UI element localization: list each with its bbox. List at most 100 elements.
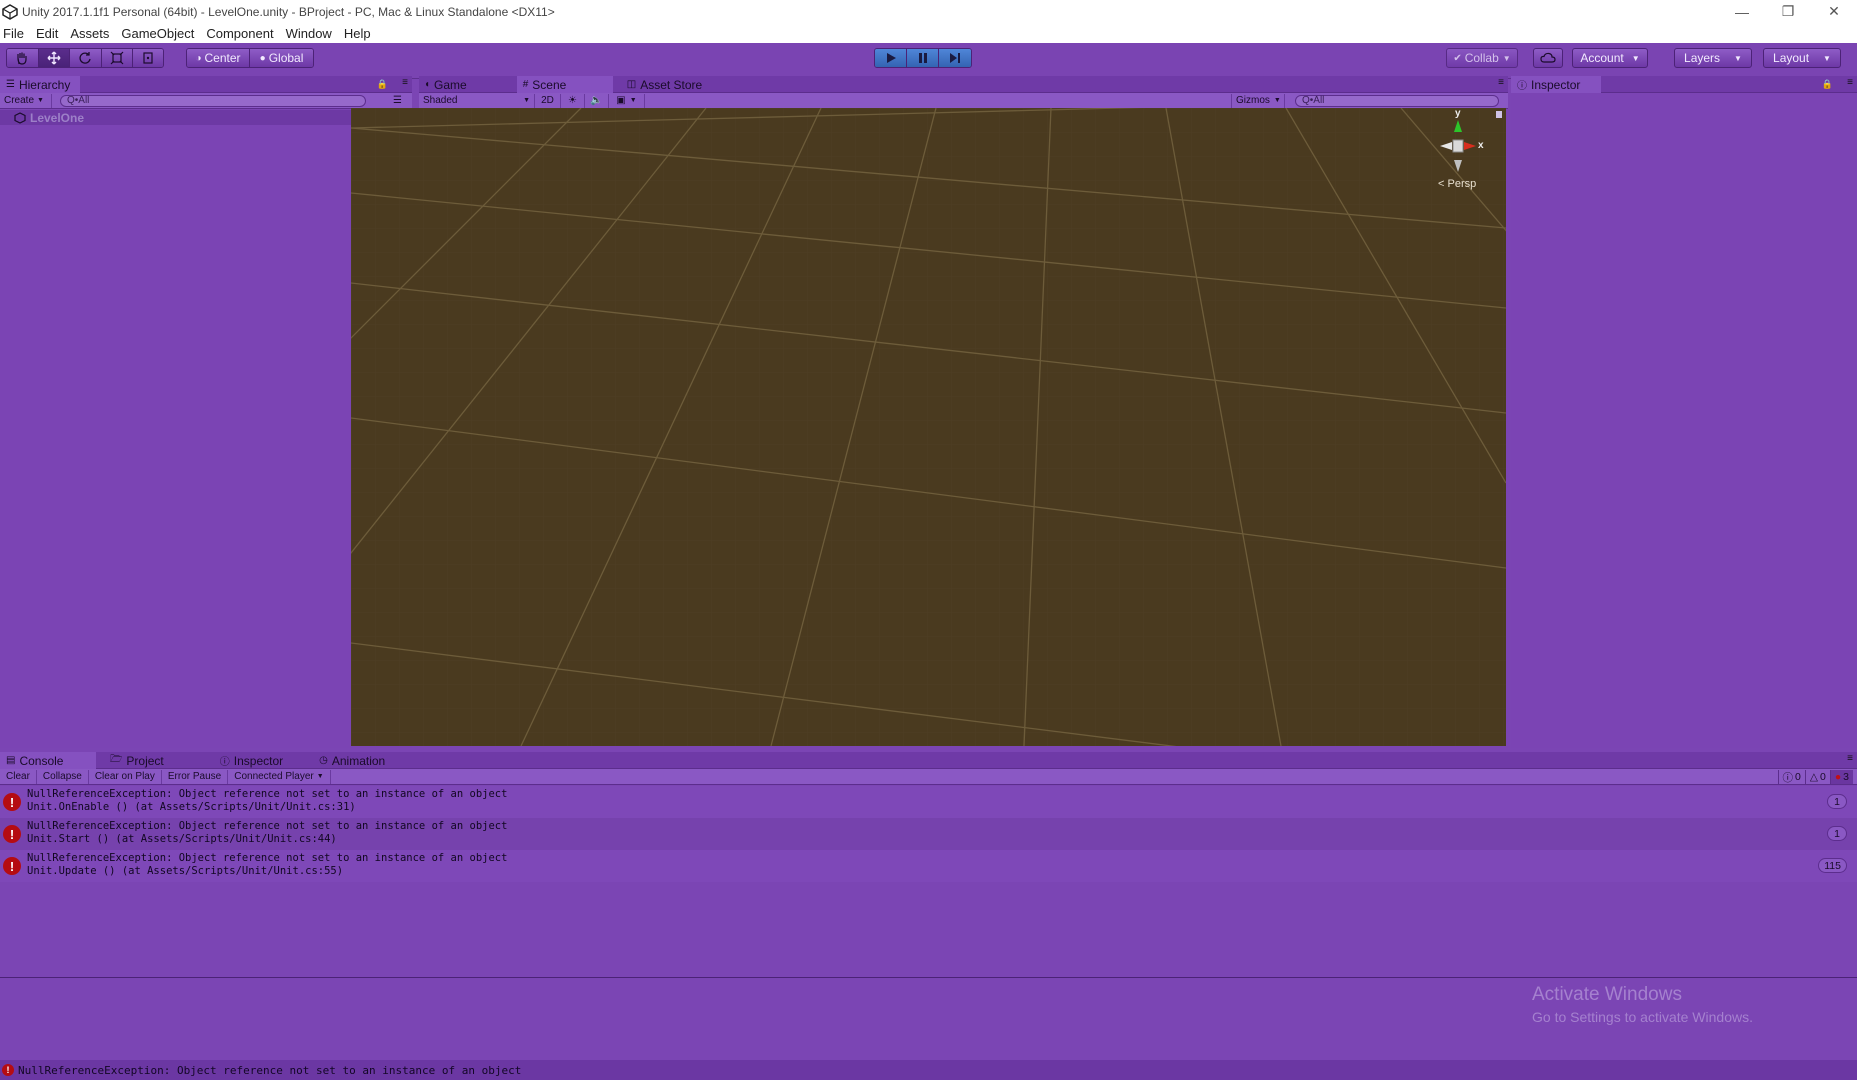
animation-tab-label: Animation [331,753,386,768]
clear-on-play-toggle[interactable]: Clear on Play [89,769,162,784]
console-entry[interactable]: ! NullReferenceException: Object referen… [0,850,1857,882]
menu-gameobject[interactable]: GameObject [115,26,200,41]
scale-tool-button[interactable] [101,49,134,67]
connected-player-label: Connected Player [234,771,314,782]
pivot-icon: ◑ [195,52,202,64]
unity-scene-icon [14,111,26,124]
collab-button[interactable]: ✔ Collab ▼ [1446,48,1518,68]
inspector-panel [1511,76,1857,748]
inspector-bottom-tab-label: Inspector [233,753,284,768]
step-icon [950,53,960,63]
pivot-label: Center [204,51,241,65]
audio-toggle[interactable]: 🔈 [585,93,609,108]
collab-label: Collab [1464,51,1499,65]
panel-menu-icon[interactable]: ≡ [1847,77,1853,88]
create-dropdown[interactable]: Create ▼ [0,93,52,108]
error-count: 3 [1843,771,1849,783]
grid-icon: # [522,79,529,90]
play-button[interactable] [875,49,907,67]
warning-filter-toggle[interactable]: △ 0 [1804,770,1830,784]
pause-button[interactable] [907,49,939,67]
info-filter-toggle[interactable]: ⓘ 0 [1777,770,1805,784]
connected-player-dropdown[interactable]: Connected Player ▼ [228,769,331,784]
pivot-global-toggle[interactable]: ● Global [250,49,313,67]
status-bar[interactable]: ! NullReferenceException: Object referen… [0,1060,1857,1080]
rect-tool-button[interactable] [133,49,163,67]
cloud-icon [1540,52,1556,63]
effects-dropdown[interactable]: ▣ ▼ [609,93,645,108]
scene-toolbar: Shaded ▼ 2D ☀ 🔈 ▣ ▼ Gizmos ▼ Q•All [419,93,1508,109]
console-filters: ⓘ 0 △ 0 ● 3 [1777,770,1853,784]
tab-game[interactable]: ◖ Game [419,76,477,93]
console-entry[interactable]: ! NullReferenceException: Object referen… [0,786,1857,818]
console-entry[interactable]: ! NullReferenceException: Object referen… [0,818,1857,850]
panel-menu-icon[interactable]: ≡ [1847,753,1853,764]
list-icon: ☰ [6,79,15,90]
clear-button[interactable]: Clear [0,769,37,784]
lock-icon[interactable]: 🔒 [1822,79,1833,90]
console-divider[interactable] [0,977,1857,978]
layout-dropdown[interactable]: Layout ▼ [1763,48,1841,68]
cloud-button[interactable] [1533,48,1563,68]
step-button[interactable] [939,49,971,67]
error-pause-toggle[interactable]: Error Pause [162,769,229,784]
log-stacktrace: Unit.Start () (at Assets/Scripts/Unit/Un… [27,832,337,845]
menu-assets[interactable]: Assets [64,26,115,41]
console-toolbar: Clear Collapse Clear on Play Error Pause… [0,769,1857,785]
scene-orientation-gizmo[interactable]: y x < Persp [1416,108,1506,208]
log-stacktrace: Unit.OnEnable () (at Assets/Scripts/Unit… [27,800,356,813]
gizmo-x-label: x [1478,140,1484,151]
move-tool-button[interactable] [38,49,71,67]
error-filter-toggle[interactable]: ● 3 [1829,770,1853,784]
bottom-tabstrip: ▤ Console 🗁 Project ⓘ Inspector ◷ Animat… [0,752,1857,769]
lighting-toggle[interactable]: ☀ [561,93,585,108]
scene-viewport[interactable]: y x < Persp [351,108,1506,746]
speaker-icon: 🔈 [590,95,603,106]
menu-help[interactable]: Help [338,26,377,41]
hierarchy-search-input[interactable]: Q•All [60,94,366,107]
projection-toggle[interactable]: < Persp [1438,178,1476,190]
hierarchy-tab-label: Hierarchy [18,77,71,92]
tab-asset-store[interactable]: ◫ Asset Store [621,76,712,93]
menu-component[interactable]: Component [200,26,279,41]
restore-button[interactable]: ❐ [1765,0,1811,23]
gizmos-dropdown[interactable]: Gizmos ▼ [1231,93,1285,108]
log-message: NullReferenceException: Object reference… [27,852,508,864]
tab-animation[interactable]: ◷ Animation [313,752,395,769]
toggle-2d-button[interactable]: 2D [535,93,561,108]
shading-mode-dropdown[interactable]: Shaded ▼ [419,93,535,108]
account-dropdown[interactable]: Account ▼ [1572,48,1648,68]
tab-project[interactable]: 🗁 Project [104,752,174,769]
scene-search-input[interactable]: Q•All [1295,94,1499,107]
projection-label: Persp [1447,178,1477,190]
menu-window[interactable]: Window [280,26,338,41]
log-count-badge: 1 [1827,794,1847,809]
tab-hierarchy[interactable]: ☰ Hierarchy [0,76,81,93]
panel-menu-icon[interactable]: ≡ [402,77,408,88]
pivot-center-toggle[interactable]: ◑ Center [187,49,251,67]
collapse-toggle[interactable]: Collapse [37,769,89,784]
panel-menu-icon[interactable]: ≡ [1498,77,1504,88]
log-message: NullReferenceException: Object reference… [27,788,508,800]
minimize-button[interactable]: — [1719,0,1765,23]
layers-label: Layers [1684,51,1721,65]
image-icon: ▣ [616,95,626,106]
log-count-badge: 1 [1827,826,1847,841]
layers-dropdown[interactable]: Layers ▼ [1674,48,1752,68]
status-message: NullReferenceException: Object reference… [18,1063,522,1077]
tab-console[interactable]: ▤ Console [0,752,96,769]
tab-scene[interactable]: # Scene [516,76,613,93]
rotate-tool-button[interactable] [70,49,102,67]
tab-inspector-right[interactable]: ⓘ Inspector [1511,76,1601,93]
menu-file[interactable]: File [0,26,30,41]
lock-icon[interactable]: 🔒 [377,79,388,90]
globe-icon: ● [259,52,266,64]
info-icon: ⓘ [1782,771,1794,784]
search-filter-button[interactable]: ☰ [389,94,406,108]
menu-edit[interactable]: Edit [30,26,64,41]
hand-tool-button[interactable] [7,49,39,67]
error-icon: ! [2,1064,14,1076]
close-button[interactable]: ✕ [1811,0,1857,23]
tab-inspector-bottom[interactable]: ⓘ Inspector [214,752,293,769]
inspector-tab-label: Inspector [1531,77,1581,92]
